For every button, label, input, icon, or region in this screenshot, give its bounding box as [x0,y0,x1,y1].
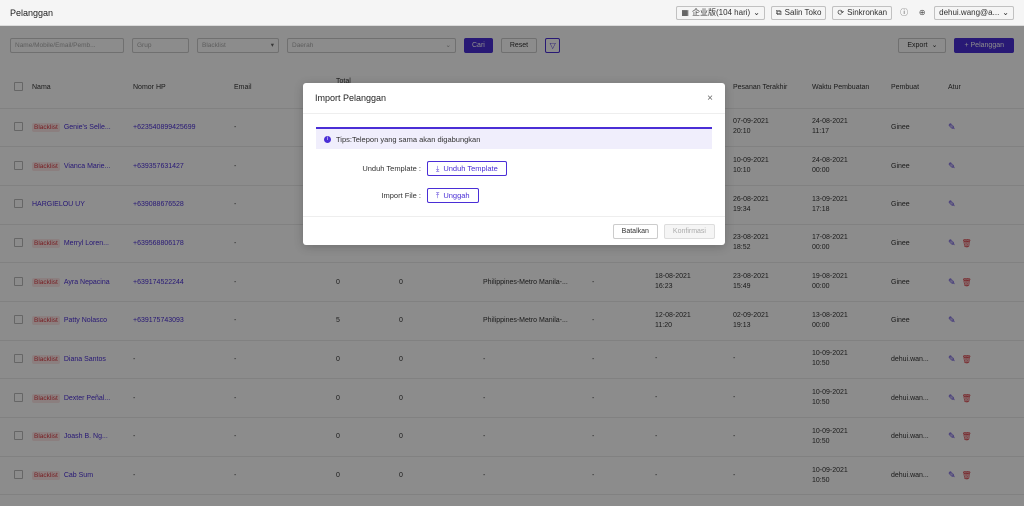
tips-banner: i Tips:Telepon yang sama akan digabungka… [316,127,712,149]
download-icon: ⤓ [436,163,440,173]
upload-label: Unggah [443,191,470,200]
modal-footer: Batalkan Konfirmasi [303,216,725,245]
file-label: Import File : [381,191,421,200]
close-icon[interactable]: × [707,93,713,104]
upload-button[interactable]: ⤒ Unggah [427,188,479,203]
modal-title: Import Pelanggan [315,93,387,103]
download-template-label: Unduh Template [443,164,498,173]
import-customer-modal: Import Pelanggan × i Tips:Telepon yang s… [303,83,725,245]
download-template-button[interactable]: ⤓ Unduh Template [427,161,507,176]
confirm-button[interactable]: Konfirmasi [663,223,715,239]
modal-header: Import Pelanggan × [303,83,725,114]
info-icon: i [324,135,331,143]
template-row: Unduh Template : ⤓ Unduh Template [303,161,507,176]
top-shade [0,0,1024,26]
upload-icon: ⤒ [436,190,440,200]
tips-text: Tips:Telepon yang sama akan digabungkan [336,134,481,144]
file-row: Import File : ⤒ Unggah [303,188,479,203]
template-label: Unduh Template : [362,164,421,173]
cancel-button[interactable]: Batalkan [612,223,658,239]
